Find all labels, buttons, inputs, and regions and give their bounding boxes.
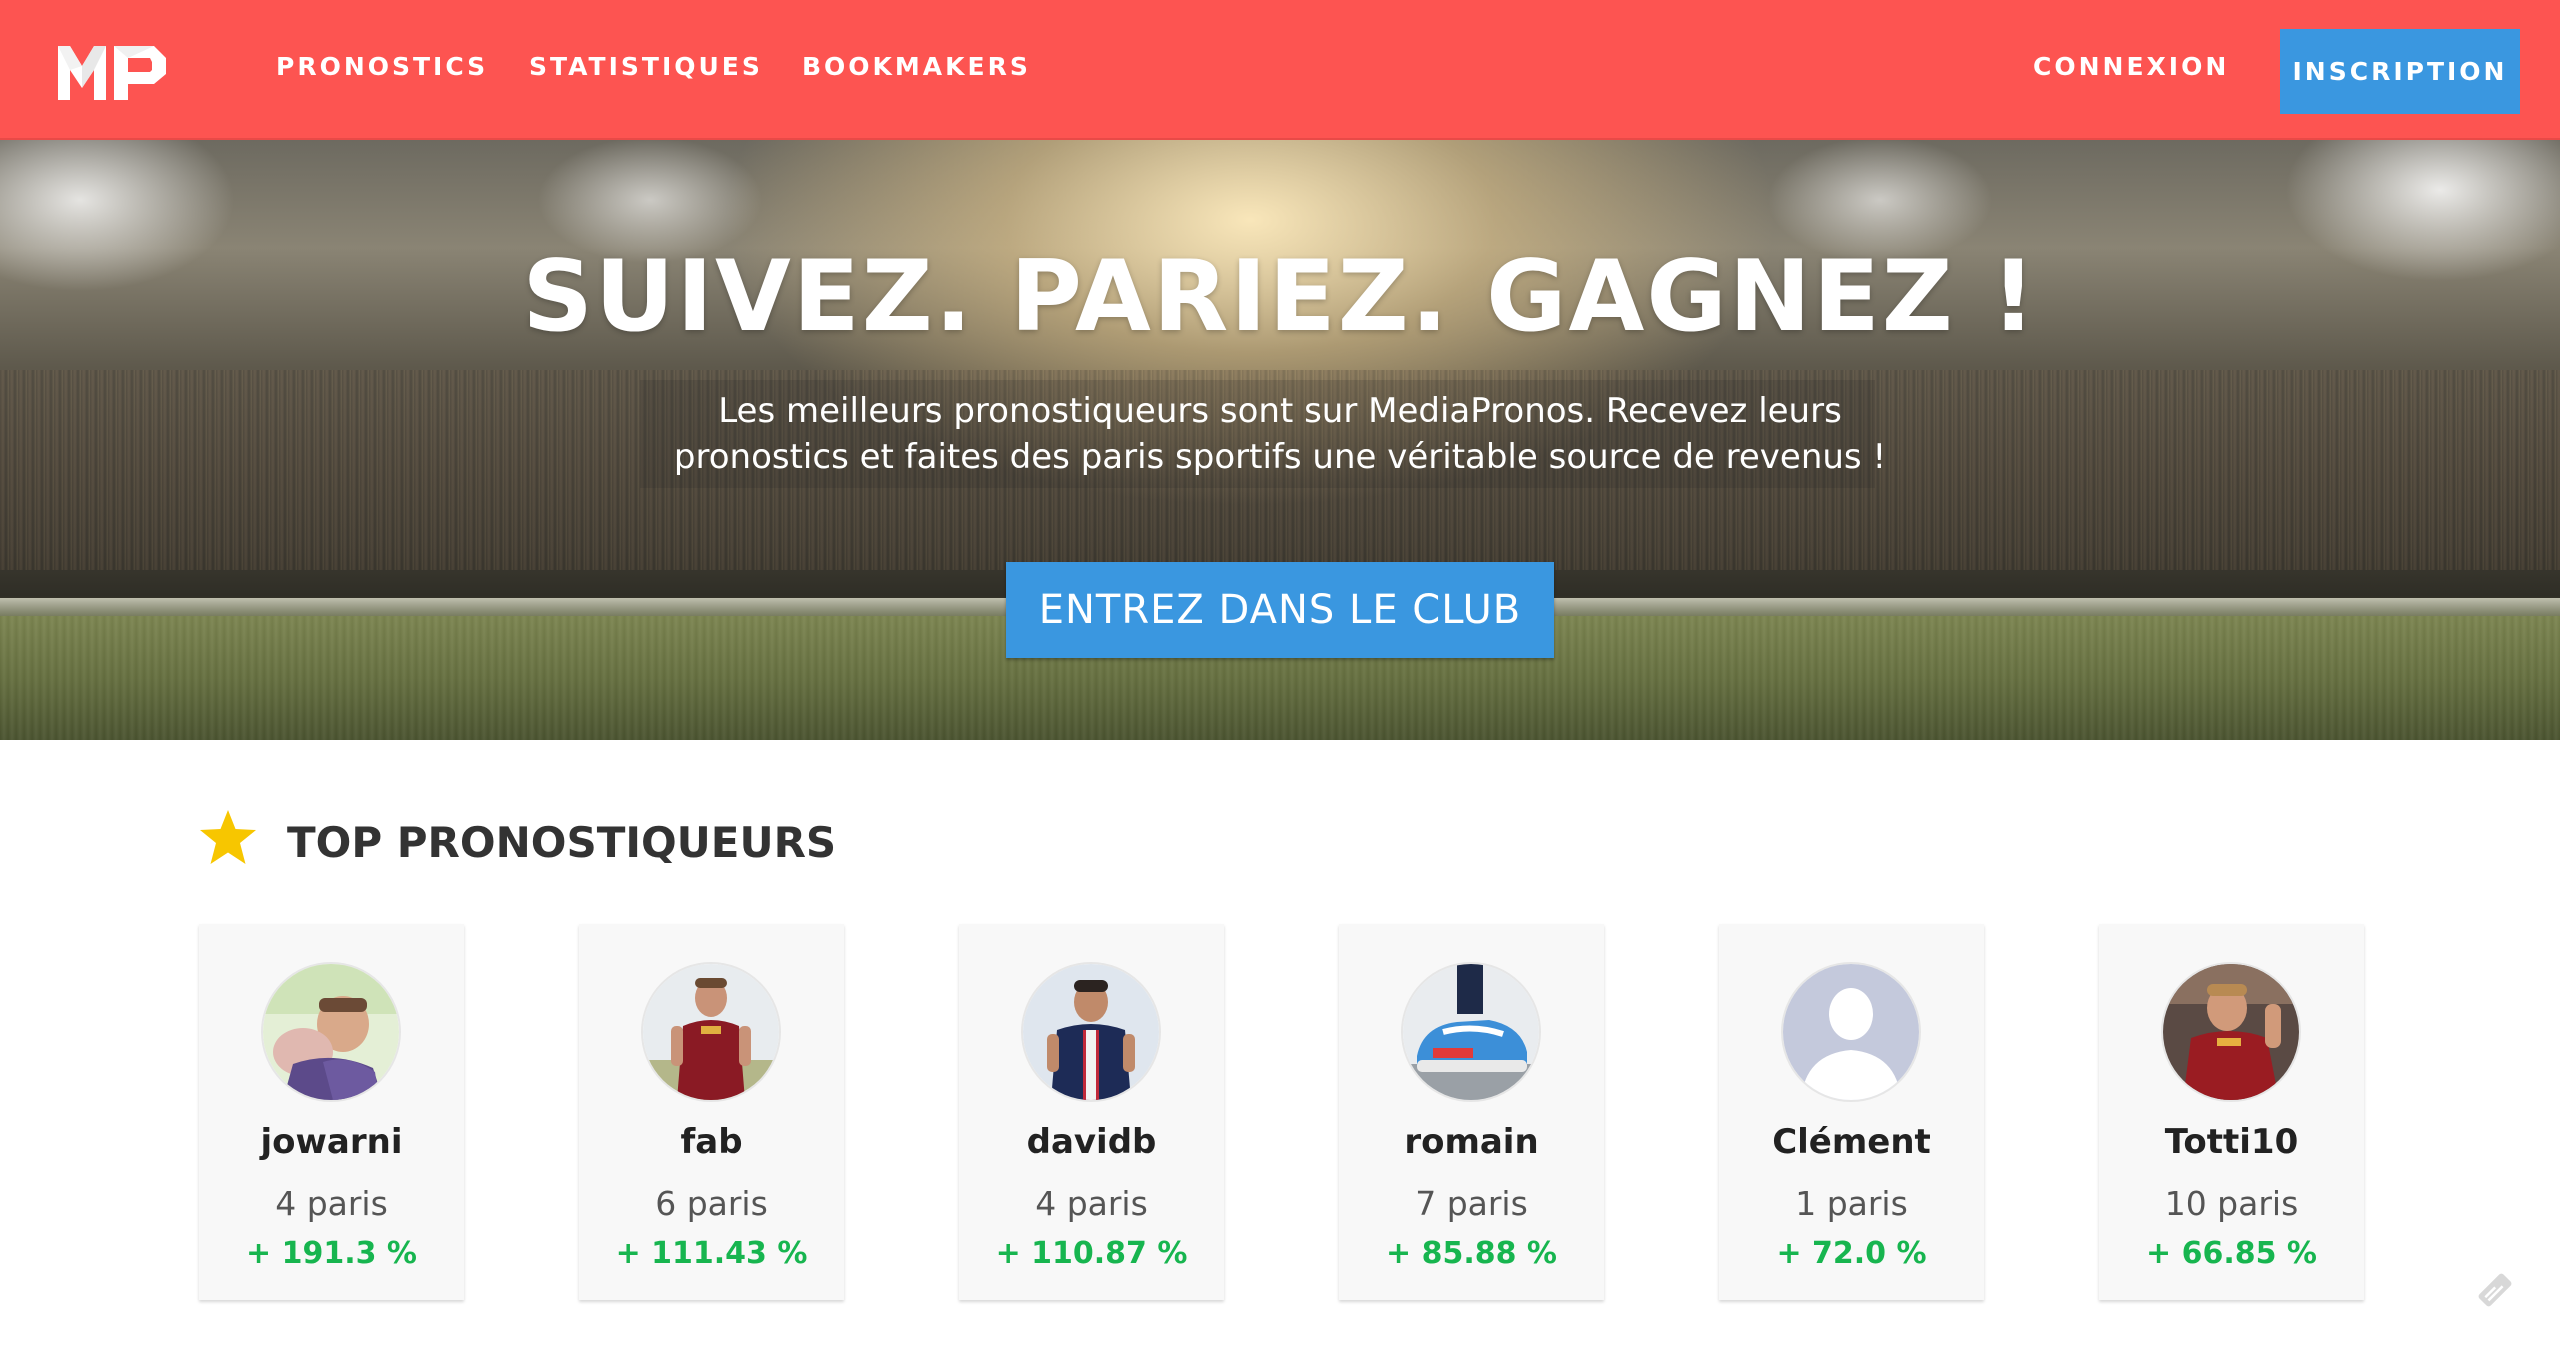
nav-link-pronostics[interactable]: PRONOSTICS [276,52,488,81]
hero-title: SUIVEZ. PARIEZ. GAGNEZ ! [522,240,2038,354]
tipster-card-clement[interactable]: Clément 1 paris + 72.0 % [1719,924,1984,1300]
avatar[interactable] [641,962,781,1102]
star-icon [200,810,256,864]
mediapronos-logo[interactable] [58,38,168,100]
tipster-bet-count: 4 paris [1035,1184,1148,1223]
tipster-card-davidb[interactable]: davidb 4 paris + 110.87 % [959,924,1224,1300]
avatar-image [2163,964,2299,1100]
avatar[interactable] [1401,962,1541,1102]
hero-banner: SUIVEZ. PARIEZ. GAGNEZ ! Les meilleurs p… [0,140,2560,740]
tipster-roi: + 111.43 % [615,1236,808,1271]
top-tipsters-list: jowarni 4 paris + 191.3 % fab 6 paris + … [199,924,2364,1304]
tipster-name[interactable]: romain [1339,1122,1604,1162]
signup-button[interactable]: INSCRIPTION [2280,29,2520,114]
tipster-card-romain[interactable]: romain 7 paris + 85.88 % [1339,924,1604,1300]
avatar[interactable] [1781,962,1921,1102]
nav-link-statistiques[interactable]: STATISTIQUES [529,52,763,81]
tipster-roi: + 191.3 % [246,1236,417,1271]
tipster-roi: + 85.88 % [1386,1236,1557,1271]
avatar-image [1403,964,1539,1100]
avatar[interactable] [2161,962,2301,1102]
tipster-name[interactable]: jowarni [199,1122,464,1162]
avatar-image [643,964,779,1100]
avatar[interactable] [261,962,401,1102]
nav-link-bookmakers[interactable]: BOOKMAKERS [802,52,1031,81]
top-navbar: PRONOSTICS STATISTIQUES BOOKMAKERS CONNE… [0,0,2560,140]
logo-mark [58,46,166,100]
join-club-button[interactable]: ENTREZ DANS LE CLUB [1006,562,1554,658]
feedback-widget-icon[interactable] [2470,1265,2520,1315]
tipster-card-jowarni[interactable]: jowarni 4 paris + 191.3 % [199,924,464,1300]
login-link[interactable]: CONNEXION [2033,52,2229,81]
avatar-image [1023,964,1159,1100]
tipster-roi: + 66.85 % [2146,1236,2317,1271]
tipster-roi: + 72.0 % [1776,1236,1927,1271]
tipster-name[interactable]: davidb [959,1122,1224,1162]
tipster-name[interactable]: Clément [1719,1122,1984,1162]
tipster-bet-count: 1 paris [1795,1184,1908,1223]
tipster-name[interactable]: fab [579,1122,844,1162]
tipster-bet-count: 6 paris [655,1184,768,1223]
tipster-bet-count: 7 paris [1415,1184,1528,1223]
hero-subtitle-line-1: Les meilleurs pronostiqueurs sont sur Me… [718,391,1842,431]
tipster-card-fab[interactable]: fab 6 paris + 111.43 % [579,924,844,1300]
section-title: TOP PRONOSTIQUEURS [287,818,837,867]
tipster-bet-count: 10 paris [2164,1184,2299,1223]
hero-subtitle-line-2: pronostics et faites des paris sportifs … [673,437,1887,477]
avatar[interactable] [1021,962,1161,1102]
avatar-image [263,964,399,1100]
tipster-bet-count: 4 paris [275,1184,388,1223]
tipster-name[interactable]: Totti10 [2099,1122,2364,1162]
default-avatar-icon [1783,964,1919,1100]
hero-subtitle: Les meilleurs pronostiqueurs sont sur Me… [640,388,1920,480]
tipster-roi: + 110.87 % [995,1236,1188,1271]
tipster-card-totti10[interactable]: Totti10 10 paris + 66.85 % [2099,924,2364,1300]
